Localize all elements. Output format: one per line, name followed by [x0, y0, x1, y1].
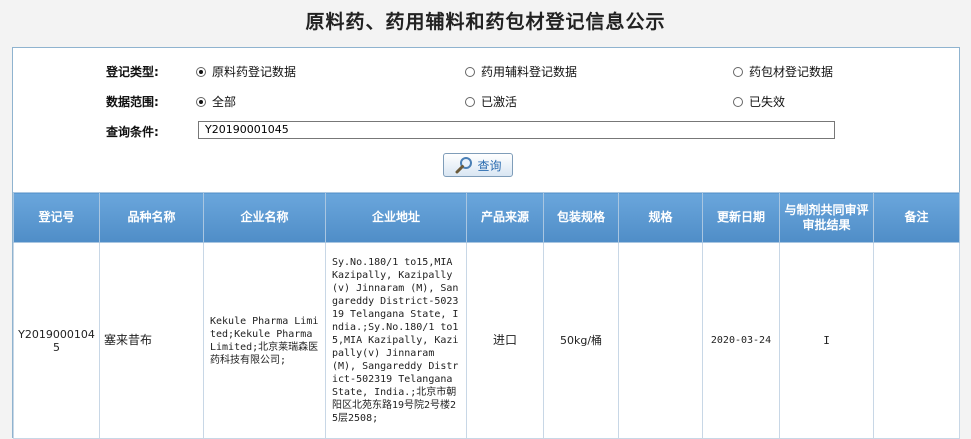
radio-icon[interactable] [465, 96, 475, 107]
radio-label: 药包材登记数据 [749, 65, 834, 79]
radio-api-data[interactable]: 原料药登记数据 [196, 63, 296, 80]
radio-label: 已激活 [481, 95, 518, 109]
query-row: 查询条件: Y20190001045 [13, 121, 959, 141]
radio-icon[interactable] [465, 66, 475, 77]
col-review-result: 与制剂共同审评审批结果 [779, 192, 874, 243]
cell-review-result: I [779, 242, 874, 439]
radio-icon[interactable] [733, 66, 743, 77]
search-button-label: 查询 [477, 158, 502, 173]
results-table: 登记号 品种名称 企业名称 企业地址 产品来源 包装规格 规格 更新日期 与制剂… [13, 192, 960, 439]
query-input[interactable]: Y20190001045 [198, 121, 835, 139]
cell-remark [873, 242, 960, 439]
radio-scope-expired[interactable]: 已失效 [733, 93, 785, 110]
col-updated: 更新日期 [702, 192, 780, 243]
radio-label: 原料药登记数据 [212, 65, 297, 79]
cell-package: 50kg/桶 [543, 242, 619, 439]
cell-source: 进口 [466, 242, 544, 439]
search-button[interactable]: 查询 [443, 153, 513, 177]
radio-icon[interactable] [733, 96, 743, 107]
cell-updated: 2020-03-24 [702, 242, 780, 439]
radio-excipient-data[interactable]: 药用辅料登记数据 [465, 63, 577, 80]
cell-product: 塞来昔布 [99, 242, 204, 439]
radio-icon[interactable] [196, 96, 206, 107]
radio-packaging-data[interactable]: 药包材登记数据 [733, 63, 833, 80]
radio-label: 全部 [212, 95, 237, 109]
search-panel: 登记类型: 原料药登记数据 药用辅料登记数据 药包材登记数据 数据范围: 全部 … [12, 47, 960, 439]
col-remark: 备注 [873, 192, 960, 243]
table-row[interactable]: Y20190001045 塞来昔布 Kekule Pharma Limited;… [13, 242, 960, 439]
col-product: 品种名称 [99, 192, 204, 243]
data-scope-label: 数据范围: [106, 95, 159, 109]
col-address: 企业地址 [325, 192, 467, 243]
data-scope-row: 数据范围: 全部 已激活 已失效 [13, 91, 959, 111]
col-company: 企业名称 [203, 192, 326, 243]
radio-scope-active[interactable]: 已激活 [465, 93, 517, 110]
col-spec: 规格 [618, 192, 703, 243]
table-header-row: 登记号 品种名称 企业名称 企业地址 产品来源 包装规格 规格 更新日期 与制剂… [13, 192, 960, 243]
page-title: 原料药、药用辅料和药包材登记信息公示 [305, 11, 666, 33]
radio-label: 已失效 [749, 95, 786, 109]
registration-type-row: 登记类型: 原料药登记数据 药用辅料登记数据 药包材登记数据 [13, 61, 959, 81]
cell-spec [618, 242, 703, 439]
cell-reg-no: Y20190001045 [13, 242, 100, 439]
col-package: 包装规格 [543, 192, 619, 243]
magnifier-icon [455, 157, 473, 174]
radio-label: 药用辅料登记数据 [481, 65, 578, 79]
radio-scope-all[interactable]: 全部 [196, 93, 236, 110]
col-source: 产品来源 [466, 192, 544, 243]
cell-company: Kekule Pharma Limited;Kekule Pharma Limi… [203, 242, 326, 439]
radio-icon[interactable] [196, 66, 206, 77]
col-reg-no: 登记号 [13, 192, 100, 243]
query-label: 查询条件: [106, 125, 159, 139]
registration-type-label: 登记类型: [106, 65, 159, 79]
cell-address: Sy.No.180/1 to15,MIA Kazipally, Kazipall… [325, 242, 467, 439]
